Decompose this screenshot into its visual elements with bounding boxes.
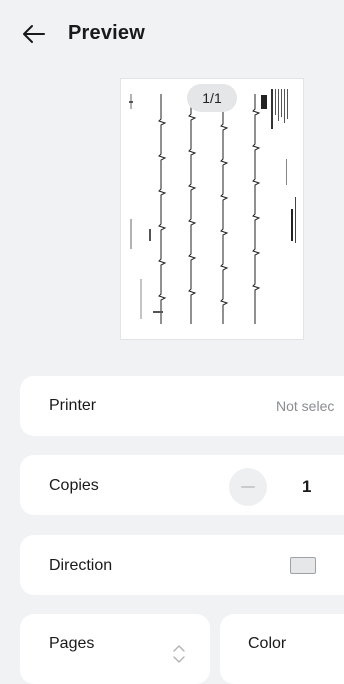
top-bar: Preview (0, 0, 344, 70)
print-preview[interactable] (120, 78, 304, 340)
ecg-document-preview (129, 89, 296, 324)
ecg-bottom-labels (129, 101, 163, 313)
minus-icon (241, 486, 255, 488)
ecg-traces (130, 94, 261, 324)
printer-label: Printer (49, 397, 97, 414)
doc-header-block (261, 89, 296, 243)
color-label: Color (248, 635, 287, 652)
page-indicator: 1/1 (187, 84, 237, 112)
landscape-orientation-icon[interactable] (290, 557, 316, 574)
copies-label: Copies (49, 477, 99, 494)
copies-decrement-button[interactable] (229, 468, 267, 506)
direction-label: Direction (49, 557, 113, 574)
page-title: Preview (68, 22, 146, 44)
printer-value: Not selec (276, 398, 335, 414)
pages-label: Pages (49, 635, 95, 652)
copies-value: 1 (302, 477, 312, 496)
back-button[interactable] (20, 20, 48, 48)
back-arrow-icon (23, 25, 45, 43)
chevron-updown-icon (173, 645, 185, 663)
